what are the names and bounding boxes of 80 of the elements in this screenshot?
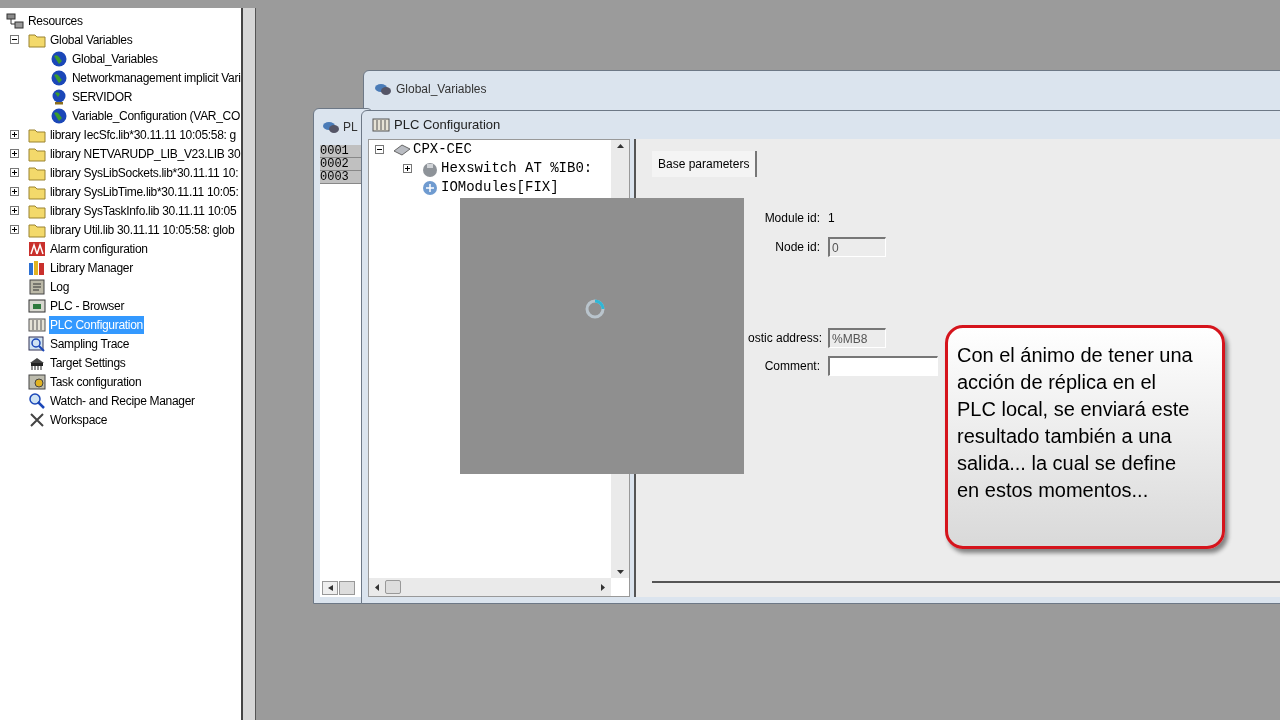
folder-icon bbox=[28, 126, 46, 143]
right-arrow-icon bbox=[601, 583, 605, 591]
tree-item[interactable]: Resources bbox=[27, 11, 84, 30]
expand-icon[interactable] bbox=[10, 187, 19, 196]
tree-item[interactable]: library NETVARUDP_LIB_V23.LIB 30 bbox=[49, 144, 242, 163]
magnifier-chart-icon bbox=[28, 335, 46, 352]
globe-icon bbox=[50, 69, 68, 86]
spinner-icon bbox=[584, 298, 606, 320]
tree-item[interactable]: Task configuration bbox=[49, 372, 143, 391]
folder-icon bbox=[28, 164, 46, 181]
tree-item[interactable]: Workspace bbox=[49, 410, 109, 429]
tree-item[interactable]: CPX-CEC bbox=[413, 140, 472, 160]
globe-icon bbox=[50, 50, 68, 67]
tree-item[interactable]: Log bbox=[49, 277, 71, 296]
scroll-thumb[interactable] bbox=[385, 580, 401, 594]
tab[interactable]: Base parameters bbox=[652, 151, 758, 177]
collapse-icon[interactable] bbox=[375, 145, 384, 154]
folder-icon bbox=[28, 31, 46, 48]
collapse-icon[interactable] bbox=[10, 35, 19, 44]
tree-item[interactable]: Library Manager bbox=[49, 258, 134, 277]
expand-icon[interactable] bbox=[10, 168, 19, 177]
tree-item[interactable]: Global_Variables bbox=[71, 49, 159, 68]
alarm-icon bbox=[28, 240, 46, 257]
module-rack-icon bbox=[372, 117, 390, 133]
tree-item[interactable]: Global Variables bbox=[49, 30, 134, 49]
up-arrow-icon bbox=[616, 144, 624, 148]
expand-icon[interactable] bbox=[10, 206, 19, 215]
callout-text: Con el ánimo de tener una acción de réplica en el PLC local, se enviará este resultado también a una salida... la cual se define en estos momentos... bbox=[957, 343, 1194, 503]
expand-icon[interactable] bbox=[10, 130, 19, 139]
folder-icon bbox=[28, 221, 46, 238]
tools-icon bbox=[28, 411, 46, 428]
tree-item[interactable]: PLC - Browser bbox=[49, 296, 126, 315]
tree-item[interactable]: IOModules[FIX] bbox=[441, 177, 559, 198]
tree-item[interactable]: library Util.lib 30.11.11 10:05:58: glob bbox=[49, 220, 236, 239]
field-label: Node id: bbox=[774, 239, 820, 256]
log-icon bbox=[28, 278, 46, 295]
horizontal-scrollbar[interactable] bbox=[369, 578, 611, 596]
tree-item[interactable]: Target Settings bbox=[49, 353, 127, 372]
tree-item[interactable]: library SysLibTime.lib*30.11.11 10:05: bbox=[49, 182, 240, 201]
expand-icon[interactable] bbox=[10, 225, 19, 234]
window-title: PL bbox=[343, 119, 358, 136]
module-rack-icon bbox=[28, 316, 46, 333]
network-icon bbox=[6, 12, 24, 29]
module-icon bbox=[421, 160, 439, 177]
search-icon bbox=[28, 392, 46, 409]
field-label: Comment: bbox=[763, 358, 820, 375]
tree-item[interactable]: library IecSfc.lib*30.11.11 10:05:58: g bbox=[49, 125, 237, 144]
tree-item[interactable]: Networkmanagement implicit Vari bbox=[71, 68, 242, 87]
tree-item[interactable]: Alarm configuration bbox=[49, 239, 149, 258]
window-icon bbox=[322, 120, 340, 134]
tree-item[interactable]: library SysLibSockets.lib*30.11.11 10: bbox=[49, 163, 240, 182]
tree-item[interactable]: Sampling Trace bbox=[49, 334, 131, 353]
expand-icon[interactable] bbox=[403, 164, 412, 173]
task-icon bbox=[28, 373, 46, 390]
scroll-left-button[interactable] bbox=[322, 581, 338, 595]
window-title: Global_Variables bbox=[396, 81, 487, 98]
down-arrow-icon bbox=[616, 570, 624, 574]
expand-icon[interactable] bbox=[10, 149, 19, 158]
tree-item[interactable]: SERVIDOR bbox=[71, 87, 134, 106]
tree-item[interactable]: Variable_Configuration (VAR_CO bbox=[71, 106, 241, 125]
window-icon bbox=[374, 82, 392, 96]
tree-item[interactable]: Hexswitch AT %IB0: bbox=[441, 158, 593, 179]
window-title: PLC Configuration bbox=[394, 116, 501, 135]
folder-icon bbox=[28, 145, 46, 162]
field-value: 1 bbox=[828, 210, 835, 227]
monitor-icon bbox=[28, 297, 46, 314]
folder-icon bbox=[28, 202, 46, 219]
globe-stand-icon bbox=[50, 88, 68, 105]
folder-icon bbox=[28, 183, 46, 200]
left-arrow-icon bbox=[375, 583, 379, 591]
books-icon bbox=[28, 259, 46, 276]
input-field[interactable] bbox=[828, 356, 938, 376]
tree-item[interactable]: Watch- and Recipe Manager bbox=[49, 391, 196, 410]
field-label: Module id: bbox=[763, 210, 820, 227]
scroll-thumb[interactable] bbox=[339, 581, 355, 595]
tree-item[interactable]: library SysTaskInfo.lib 30.11.11 10:05 bbox=[49, 201, 238, 220]
globe-icon bbox=[50, 107, 68, 124]
field-label: ostic address: bbox=[748, 330, 820, 347]
plus-module-icon bbox=[421, 179, 439, 196]
left-arrow-icon bbox=[327, 585, 333, 591]
